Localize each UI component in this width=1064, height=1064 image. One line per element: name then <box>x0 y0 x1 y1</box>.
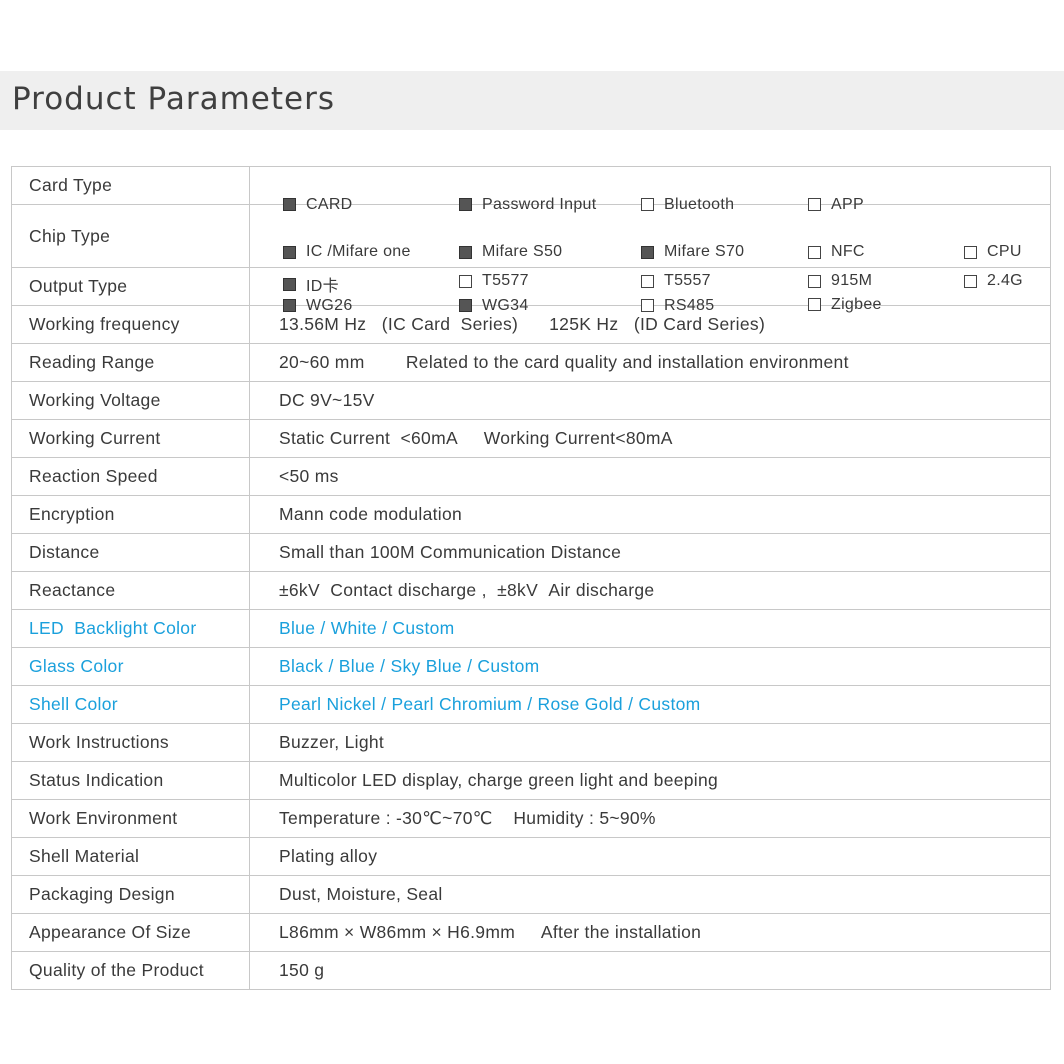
checkbox-icon <box>459 299 472 312</box>
row-label: Working Voltage <box>11 381 250 420</box>
row-label: Chip Type <box>11 204 250 268</box>
table-row: Reactance ±6kV Contact discharge , ±8kV A… <box>11 571 1051 610</box>
row-value: Blue / White / Custom <box>249 609 1051 648</box>
row-value: Mann code modulation <box>249 495 1051 534</box>
checkbox-icon <box>808 298 821 311</box>
row-label: Glass Color <box>11 647 250 686</box>
checkbox-option: Mifare S50 <box>459 243 562 261</box>
checkbox-icon <box>283 245 296 259</box>
checkbox-option: WG34 <box>459 297 529 315</box>
row-label: Status Indication <box>11 761 250 800</box>
row-value: Black / Blue / Sky Blue / Custom <box>249 647 1051 686</box>
row-value: 20~60 mm Related to the card quality and… <box>249 343 1051 382</box>
header-banner: Product Parameters <box>0 71 1064 130</box>
row-label: Reaction Speed <box>11 457 250 496</box>
checkbox-option: RS485 <box>641 297 714 315</box>
checkbox-option: CPU <box>964 243 1022 261</box>
table-row: Shell Material Plating alloy <box>11 837 1051 876</box>
checkbox-label: IC /Mifare one <box>306 243 411 260</box>
table-row: Shell Color Pearl Nickel / Pearl Chromium… <box>11 685 1051 724</box>
row-label: Card Type <box>11 166 250 205</box>
parameters-table: Card Type CARD Password Input Bluetooth … <box>11 166 1051 990</box>
row-value: Buzzer, Light <box>249 723 1051 762</box>
checkbox-label: Mifare S50 <box>482 243 563 260</box>
checkbox-label: WG34 <box>482 296 529 314</box>
checkbox-option: WG26 <box>283 297 353 315</box>
row-value: CARD Password Input Bluetooth APP <box>249 166 1051 213</box>
row-value: ±6kV Contact discharge , ±8kV Air discha… <box>249 571 1051 610</box>
table-row: Working Current Static Current <60mA Work… <box>11 419 1051 458</box>
table-row: Working frequency 13.56M Hz (IC Card Seri… <box>11 305 1051 344</box>
row-value: Dust, Moisture, Seal <box>249 875 1051 914</box>
table-row: Packaging Design Dust, Moisture, Seal <box>11 875 1051 914</box>
row-value: Temperature : -30℃~70℃ Humidity : 5~90% <box>249 799 1051 838</box>
row-label: Working Current <box>11 419 250 458</box>
checkbox-option: Zigbee <box>808 296 882 314</box>
row-label: LED Backlight Color <box>11 609 250 648</box>
row-value: IC /Mifare one Mifare S50 Mifare S70 NFC… <box>249 204 1051 295</box>
checkbox-label: Zigbee <box>831 295 882 313</box>
table-row-output-type: Output Type WG26 WG34 RS485 Zigbee <box>11 267 1051 314</box>
row-label: Output Type <box>11 267 250 306</box>
table-row: LED Backlight Color Blue / White / Custom <box>11 609 1051 648</box>
row-label: Work Instructions <box>11 723 250 762</box>
checkbox-option: Mifare S70 <box>641 243 744 261</box>
checkbox-icon <box>964 245 977 259</box>
checkbox-label: NFC <box>831 243 865 260</box>
row-label: Quality of the Product <box>11 951 250 990</box>
row-value: DC 9V~15V <box>249 381 1051 420</box>
row-label: Working frequency <box>11 305 250 344</box>
table-row-chip-type: Chip Type IC /Mifare one Mifare S50 Mifa… <box>11 204 1051 295</box>
row-value: <50 ms <box>249 457 1051 496</box>
table-row: Distance Small than 100M Communication Di… <box>11 533 1051 572</box>
table-row: Glass Color Black / Blue / Sky Blue / Cus… <box>11 647 1051 686</box>
row-value: L86mm × W86mm × H6.9mm After the install… <box>249 913 1051 952</box>
row-value: Small than 100M Communication Distance <box>249 533 1051 572</box>
row-label: Work Environment <box>11 799 250 838</box>
table-row: Work Environment Temperature : -30℃~70℃ H… <box>11 799 1051 838</box>
row-label: Distance <box>11 533 250 572</box>
checkbox-label: WG26 <box>306 296 353 314</box>
checkbox-icon <box>641 245 654 259</box>
row-value: Multicolor LED display, charge green lig… <box>249 761 1051 800</box>
checkbox-label: CPU <box>987 243 1022 260</box>
table-row: Working Voltage DC 9V~15V <box>11 381 1051 420</box>
row-label: Reactance <box>11 571 250 610</box>
checkbox-icon <box>459 245 472 259</box>
page-title: Product Parameters <box>12 81 335 117</box>
row-value: Static Current <60mA Working Current<80m… <box>249 419 1051 458</box>
checkbox-icon <box>808 245 821 259</box>
checkbox-icon <box>283 299 296 312</box>
row-label: Packaging Design <box>11 875 250 914</box>
checkbox-icon <box>641 299 654 312</box>
row-label: Appearance Of Size <box>11 913 250 952</box>
table-row: Status Indication Multicolor LED display,… <box>11 761 1051 800</box>
row-value: Pearl Nickel / Pearl Chromium / Rose Gol… <box>249 685 1051 724</box>
row-label: Reading Range <box>11 343 250 382</box>
table-row-card-type: Card Type CARD Password Input Bluetooth … <box>11 166 1051 213</box>
row-value: Plating alloy <box>249 837 1051 876</box>
checkbox-option: NFC <box>808 243 865 261</box>
table-row: Appearance Of Size L86mm × W86mm × H6.9mm… <box>11 913 1051 952</box>
checkbox-label: RS485 <box>664 296 715 314</box>
table-row: Reaction Speed <50 ms <box>11 457 1051 496</box>
row-label: Encryption <box>11 495 250 534</box>
table-row: Encryption Mann code modulation <box>11 495 1051 534</box>
row-value: 150 g <box>249 951 1051 990</box>
table-row: Quality of the Product 150 g <box>11 951 1051 990</box>
table-row: Reading Range 20~60 mm Related to the car… <box>11 343 1051 382</box>
checkbox-label: Mifare S70 <box>664 243 745 260</box>
row-label: Shell Color <box>11 685 250 724</box>
row-label: Shell Material <box>11 837 250 876</box>
table-row: Work Instructions Buzzer, Light <box>11 723 1051 762</box>
checkbox-option: IC /Mifare one <box>283 243 411 261</box>
row-value: WG26 WG34 RS485 Zigbee <box>249 267 1051 314</box>
